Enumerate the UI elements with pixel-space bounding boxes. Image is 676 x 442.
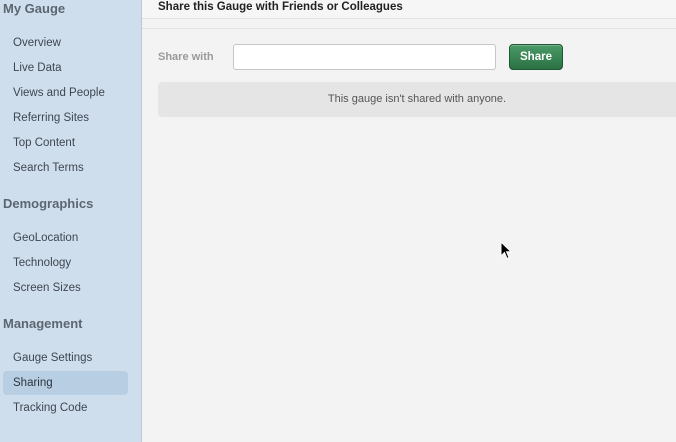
sidebar-item-views-and-people[interactable]: Views and People (3, 81, 128, 105)
section-title-demographics: Demographics (3, 196, 94, 211)
share-with-input[interactable] (233, 44, 496, 70)
sidebar-item-technology[interactable]: Technology (3, 251, 128, 275)
sidebar-item-gauge-settings[interactable]: Gauge Settings (3, 346, 128, 370)
empty-share-notice: This gauge isn't shared with anyone. (158, 82, 676, 117)
sidebar-item-overview[interactable]: Overview (3, 31, 128, 55)
sidebar-item-search-terms[interactable]: Search Terms (3, 156, 128, 180)
page-title: Share this Gauge with Friends or Colleag… (158, 1, 403, 13)
main-content: Share this Gauge with Friends or Colleag… (142, 0, 676, 442)
mouse-pointer-icon (500, 241, 512, 260)
section-title-management: Management (3, 316, 83, 331)
sidebar-item-geolocation[interactable]: GeoLocation (3, 226, 128, 250)
sidebar-item-live-data[interactable]: Live Data (3, 56, 128, 80)
sidebar-item-sharing[interactable]: Sharing (3, 371, 128, 395)
share-button[interactable]: Share (509, 44, 563, 70)
page-header: Share this Gauge with Friends or Colleag… (142, 0, 676, 19)
sidebar-item-screen-sizes[interactable]: Screen Sizes (3, 276, 128, 300)
sidebar-item-top-content[interactable]: Top Content (3, 131, 128, 155)
sidebar-item-tracking-code[interactable]: Tracking Code (3, 396, 128, 420)
section-title-my-gauge: My Gauge (3, 1, 66, 16)
sidebar-item-referring-sites[interactable]: Referring Sites (3, 106, 128, 130)
share-with-label: Share with (158, 51, 214, 63)
sidebar: My Gauge Overview Live Data Views and Pe… (0, 0, 142, 442)
header-divider (142, 28, 676, 29)
